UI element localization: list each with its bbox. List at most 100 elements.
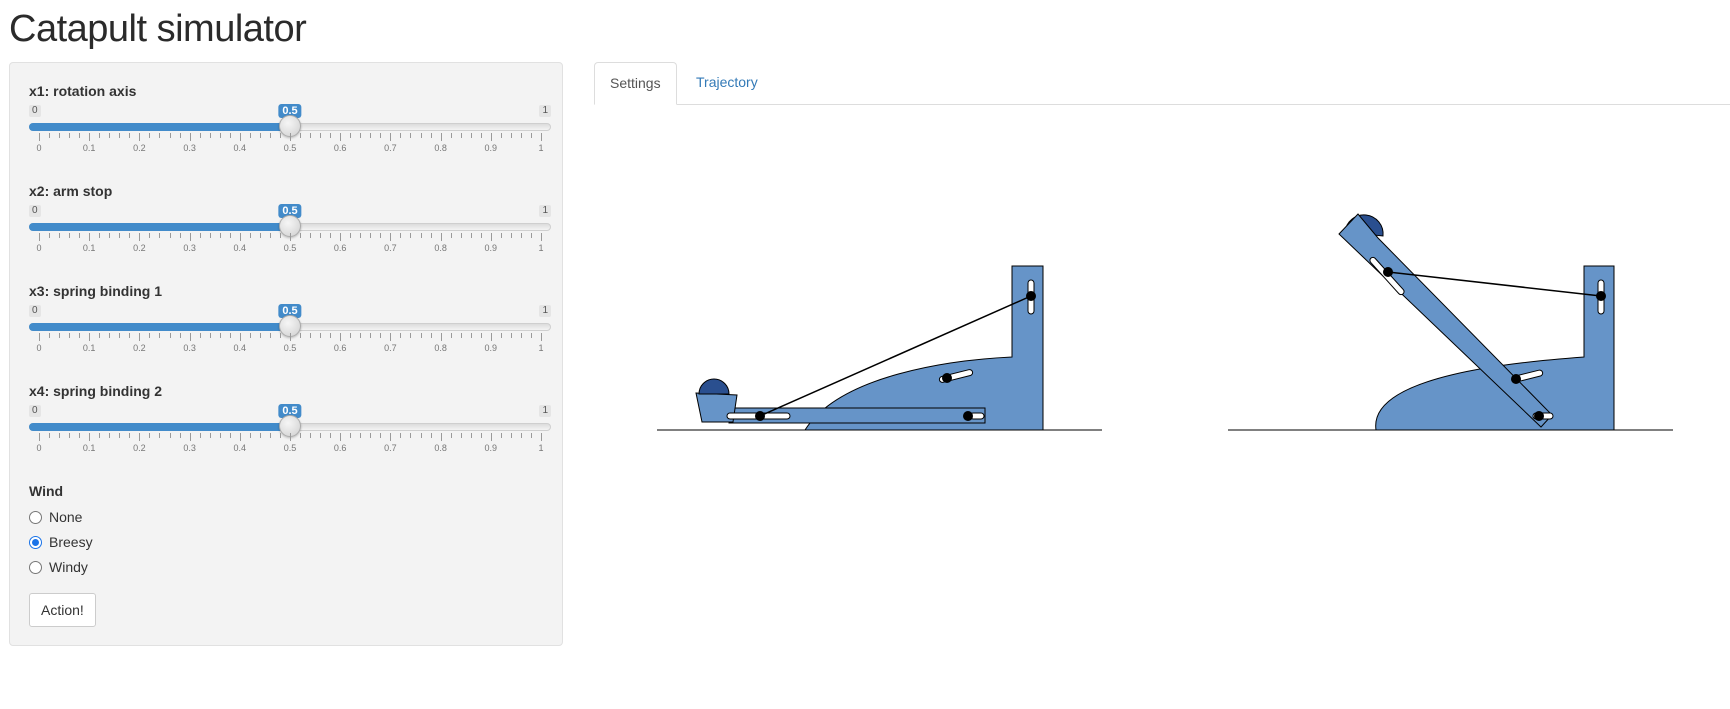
slider-tick bbox=[470, 333, 472, 338]
slider-tick-label: 0.1 bbox=[82, 143, 96, 153]
slider-tick bbox=[320, 233, 322, 238]
slider-tick bbox=[49, 433, 51, 438]
slider-ticks: 0 0.1 0.2 0.3 0.4 0.5 0.6 0.7 0.8 0.9 1 bbox=[36, 133, 544, 155]
ball bbox=[698, 378, 730, 395]
slider-tick bbox=[340, 133, 342, 141]
slider-tick bbox=[380, 133, 382, 138]
slider-tick bbox=[129, 333, 131, 338]
slider-tick bbox=[209, 133, 211, 138]
slider-tick bbox=[139, 133, 141, 141]
wind-option-breesy[interactable]: Breesy bbox=[29, 532, 93, 552]
slider-tick bbox=[290, 233, 291, 241]
slider-tick bbox=[360, 433, 362, 438]
slider-tick bbox=[209, 233, 211, 238]
slider-tick bbox=[59, 333, 61, 338]
slider-tick bbox=[49, 233, 51, 238]
slider-tick bbox=[330, 233, 332, 238]
slider-tick bbox=[530, 233, 532, 238]
slider-tick bbox=[460, 233, 462, 238]
pivot-point bbox=[1383, 267, 1393, 277]
slider-tick bbox=[189, 333, 191, 341]
slider-tick bbox=[109, 433, 111, 438]
slider-tick bbox=[259, 433, 261, 438]
radio-button[interactable] bbox=[29, 510, 42, 524]
slider-tick bbox=[199, 133, 201, 138]
slider-label: x4: spring binding 2 bbox=[29, 383, 163, 399]
radio-button[interactable] bbox=[29, 560, 42, 574]
slider-tick-label: 0.3 bbox=[183, 343, 196, 353]
slider-tick-label: 0.8 bbox=[434, 343, 447, 353]
slider-tick bbox=[239, 133, 241, 141]
slider-tick bbox=[390, 233, 392, 241]
slider-tick bbox=[149, 333, 151, 338]
pivot-point bbox=[755, 411, 765, 421]
slider-tick bbox=[290, 433, 291, 441]
slider-tick bbox=[410, 233, 412, 238]
slider-tick bbox=[290, 333, 291, 341]
slider-tick bbox=[360, 133, 362, 138]
slider-tick bbox=[480, 133, 482, 138]
slider-tick bbox=[340, 233, 342, 241]
slider-max: 1 bbox=[539, 105, 551, 117]
slider-tick bbox=[300, 433, 302, 438]
slider-tick-label: 0.7 bbox=[384, 443, 397, 453]
slider-tick-label: 0.5 bbox=[283, 143, 297, 153]
slider-tick bbox=[470, 133, 472, 138]
radio-label: Breesy bbox=[49, 534, 93, 550]
slider-tick bbox=[410, 333, 412, 338]
wind-option-windy[interactable]: Windy bbox=[29, 557, 88, 577]
slider-min: 0 bbox=[29, 105, 41, 117]
slider-min: 0 bbox=[29, 205, 41, 217]
slider-tick bbox=[520, 233, 522, 238]
slider-tick-label: 0.5 bbox=[283, 443, 297, 453]
slider-x1: x1: rotation axis 0 1 0.5 0 0.1 0.2 0.3 0.4 0… bbox=[29, 83, 551, 173]
slider-tick bbox=[360, 333, 362, 338]
slider-tick bbox=[350, 133, 352, 138]
slider-tick bbox=[420, 133, 422, 138]
slider-min: 0 bbox=[29, 305, 41, 317]
tab-settings[interactable]: Settings bbox=[594, 62, 677, 105]
radio-button[interactable] bbox=[29, 535, 42, 549]
slider-tick-label: 0.4 bbox=[233, 443, 247, 453]
slider-tick bbox=[500, 133, 502, 138]
slider-tick bbox=[490, 433, 492, 441]
slider-max: 1 bbox=[539, 405, 551, 417]
slider-tick bbox=[320, 433, 322, 438]
slider-tick-label: 0.1 bbox=[82, 343, 96, 353]
slider-tick bbox=[420, 233, 422, 238]
slider-tick bbox=[79, 133, 81, 138]
slider-tick bbox=[510, 233, 512, 238]
slider-tick bbox=[159, 233, 161, 238]
slider-tick bbox=[350, 433, 352, 438]
slider-tick bbox=[149, 233, 151, 238]
wind-option-none[interactable]: None bbox=[29, 507, 82, 527]
slider-tick bbox=[169, 233, 171, 238]
action-button[interactable]: Action! bbox=[29, 593, 96, 627]
wind-label: Wind bbox=[29, 483, 64, 499]
slider-tick-label: 0.6 bbox=[333, 243, 347, 253]
tab-trajectory[interactable]: Trajectory bbox=[681, 62, 773, 104]
slider-tick bbox=[480, 333, 482, 338]
slider-tick bbox=[370, 133, 372, 138]
pivot-point bbox=[1534, 411, 1544, 421]
slider-tick-label: 1 bbox=[538, 343, 544, 353]
slider-tick bbox=[69, 333, 71, 338]
slider-tick bbox=[390, 133, 392, 141]
slider-tick-label: 0.8 bbox=[434, 443, 447, 453]
slider-tick bbox=[179, 333, 181, 338]
slider-tick bbox=[109, 233, 111, 238]
slider-fill bbox=[29, 423, 290, 431]
slider-tick-label: 0.5 bbox=[283, 243, 297, 253]
slider-x2: x2: arm stop 0 1 0.5 0 0.1 0.2 0.3 0.4 0.5 0.6… bbox=[29, 183, 551, 273]
slider-tick bbox=[189, 433, 191, 441]
slider-tick bbox=[39, 233, 40, 241]
slider-fill bbox=[29, 223, 290, 231]
slider-tick bbox=[209, 433, 211, 438]
pivot-point bbox=[963, 411, 973, 421]
slider-tick bbox=[530, 133, 532, 138]
slider-tick bbox=[269, 433, 271, 438]
slider-tick bbox=[99, 233, 101, 238]
slider-tick bbox=[69, 133, 71, 138]
slider-tick bbox=[390, 333, 392, 341]
slider-tick bbox=[510, 433, 512, 438]
